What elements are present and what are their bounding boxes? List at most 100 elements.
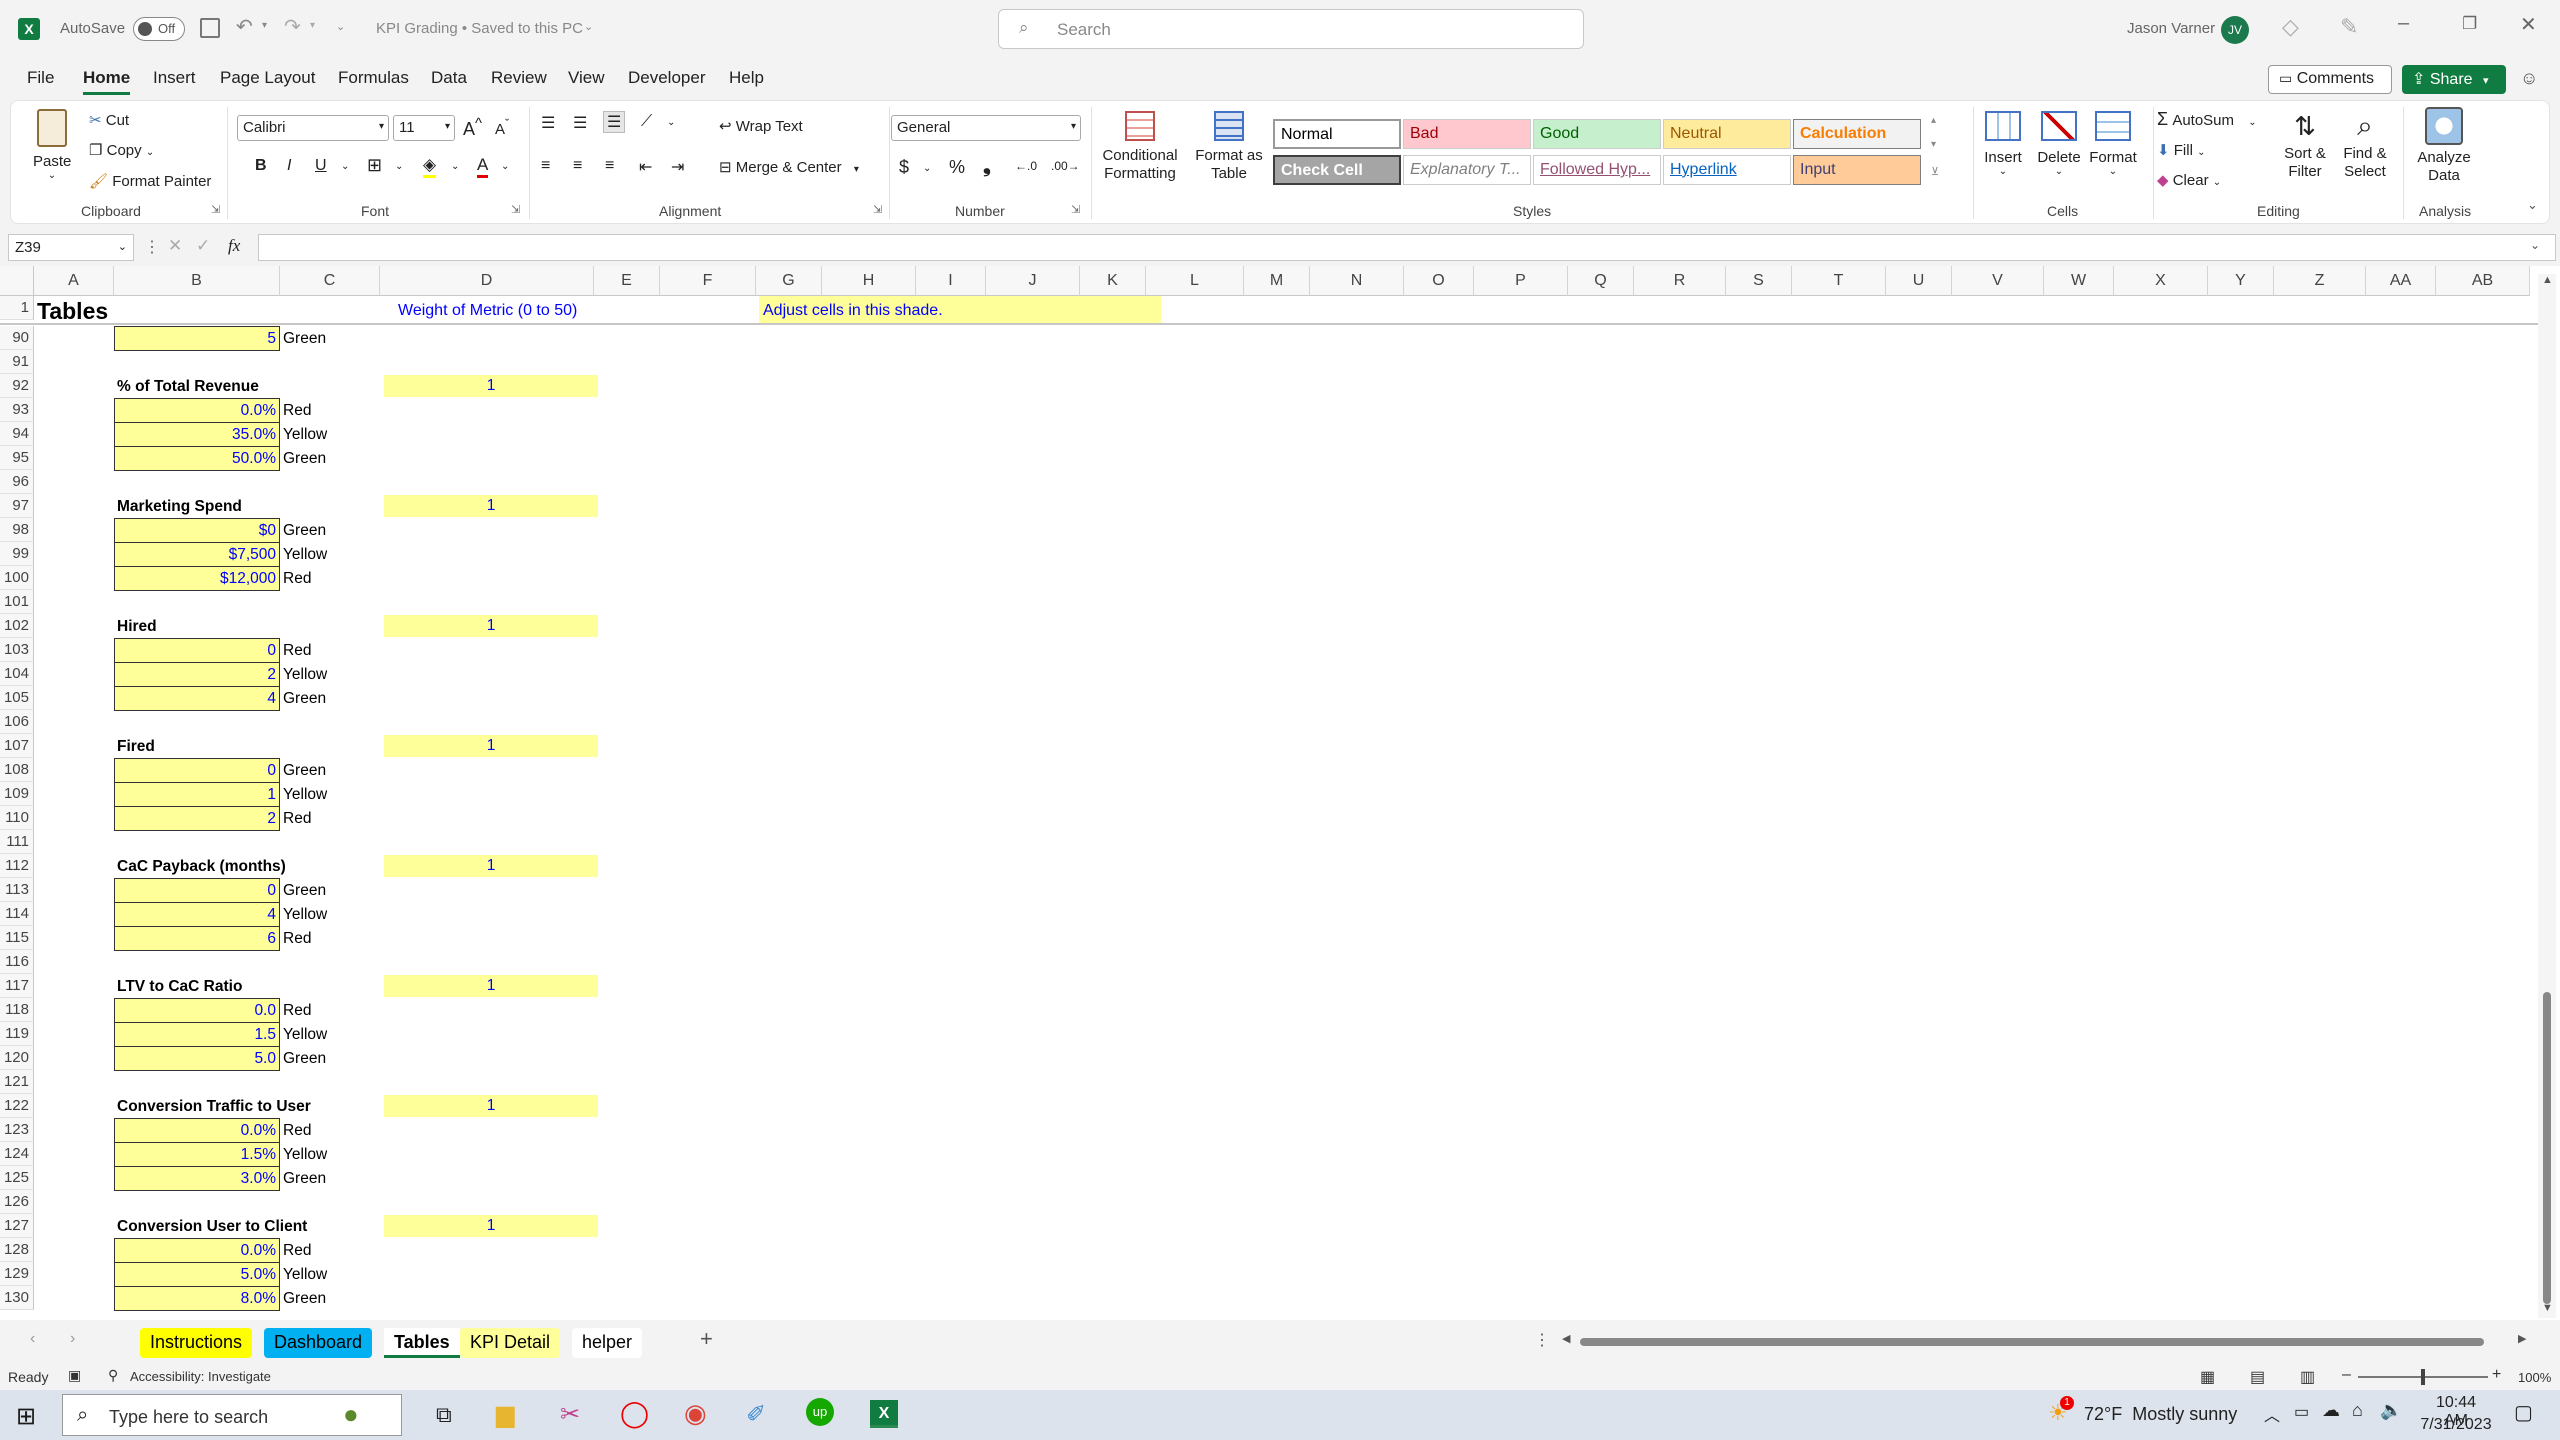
- row-header[interactable]: 98: [0, 518, 34, 542]
- number-launcher-icon[interactable]: ⇲: [1071, 203, 1080, 216]
- row-header[interactable]: 112: [0, 854, 34, 878]
- grade-label[interactable]: Red: [283, 810, 311, 828]
- grade-label[interactable]: Yellow: [283, 1146, 327, 1164]
- increase-font-icon[interactable]: A^: [463, 115, 482, 140]
- increase-indent-icon[interactable]: ⇥: [671, 157, 684, 177]
- add-sheet-icon[interactable]: +: [700, 1326, 713, 1352]
- row-header[interactable]: 124: [0, 1142, 34, 1166]
- grade-label[interactable]: Yellow: [283, 906, 327, 924]
- grade-label[interactable]: Yellow: [283, 666, 327, 684]
- cell-style-option[interactable]: Input: [1793, 155, 1921, 185]
- section-title[interactable]: Hired: [117, 618, 157, 636]
- threshold-cell[interactable]: $0: [114, 518, 280, 543]
- row-header[interactable]: 118: [0, 998, 34, 1022]
- cell-style-option[interactable]: Explanatory T...: [1403, 155, 1531, 185]
- menu-insert[interactable]: Insert: [153, 68, 196, 88]
- fill-color-icon[interactable]: ◈: [423, 155, 437, 178]
- currency-icon[interactable]: $: [899, 157, 909, 178]
- grade-label[interactable]: Green: [283, 762, 326, 780]
- row-header[interactable]: 92: [0, 374, 34, 398]
- cell-style-option[interactable]: Calculation: [1793, 119, 1921, 149]
- section-title[interactable]: Conversion User to Client: [117, 1218, 307, 1236]
- diamond-icon[interactable]: ◇: [2282, 14, 2299, 40]
- cut-button[interactable]: ✂ Cut: [89, 111, 129, 129]
- section-title[interactable]: Conversion Traffic to User: [117, 1098, 311, 1116]
- row-header[interactable]: 110: [0, 806, 34, 830]
- sheet-tab-instructions[interactable]: Instructions: [140, 1328, 253, 1358]
- user-avatar[interactable]: JV: [2221, 16, 2249, 44]
- threshold-cell[interactable]: 0.0: [114, 998, 280, 1023]
- network-icon[interactable]: ⌂: [2352, 1400, 2363, 1421]
- row-header[interactable]: 93: [0, 398, 34, 422]
- threshold-cell[interactable]: 5.0: [114, 1046, 280, 1071]
- grade-label[interactable]: Yellow: [283, 426, 327, 444]
- vertical-scroll-thumb[interactable]: [2543, 992, 2551, 1304]
- undo-icon[interactable]: ↶: [236, 14, 253, 39]
- row-header[interactable]: 96: [0, 470, 34, 494]
- column-header[interactable]: AB: [2436, 266, 2530, 296]
- column-header[interactable]: Z: [2274, 266, 2366, 296]
- pen-icon[interactable]: ✎: [2340, 14, 2358, 40]
- threshold-cell[interactable]: 1: [114, 782, 280, 807]
- section-title[interactable]: CaC Payback (months): [117, 858, 286, 876]
- weight-cell[interactable]: 1: [384, 615, 598, 637]
- section-title[interactable]: Fired: [117, 738, 155, 756]
- adjust-hint-label[interactable]: Adjust cells in this shade.: [763, 302, 943, 320]
- weight-cell[interactable]: 1: [384, 1215, 598, 1237]
- column-header[interactable]: V: [1952, 266, 2044, 296]
- underline-icon[interactable]: U: [315, 157, 327, 175]
- name-box[interactable]: Z39 ⌄: [8, 234, 134, 261]
- next-sheet-icon[interactable]: ›: [70, 1330, 75, 1348]
- column-header[interactable]: C: [280, 266, 380, 296]
- cell-style-option[interactable]: Bad: [1403, 119, 1531, 149]
- grade-label[interactable]: Green: [283, 690, 326, 708]
- grade-label[interactable]: Red: [283, 1242, 311, 1260]
- zoom-slider[interactable]: [2358, 1369, 2488, 1385]
- threshold-cell[interactable]: 1.5%: [114, 1142, 280, 1167]
- row-header[interactable]: 91: [0, 350, 34, 374]
- number-format-select[interactable]: General ▾: [891, 115, 1081, 141]
- fill-color-chevron-icon[interactable]: ⌄: [451, 161, 459, 172]
- row-header[interactable]: 115: [0, 926, 34, 950]
- column-header[interactable]: Y: [2208, 266, 2274, 296]
- row-header[interactable]: 106: [0, 710, 34, 734]
- clipboard-launcher-icon[interactable]: ⇲: [211, 203, 220, 216]
- row-header[interactable]: 120: [0, 1046, 34, 1070]
- bold-icon[interactable]: B: [255, 157, 267, 175]
- row-header[interactable]: 90: [0, 326, 34, 350]
- menu-developer[interactable]: Developer: [628, 68, 706, 88]
- row-header[interactable]: 129: [0, 1262, 34, 1286]
- row-header[interactable]: 105: [0, 686, 34, 710]
- cell-style-option[interactable]: Check Cell: [1273, 155, 1401, 185]
- row-header[interactable]: 128: [0, 1238, 34, 1262]
- column-header[interactable]: F: [660, 266, 756, 296]
- row-header[interactable]: 101: [0, 590, 34, 614]
- row-header[interactable]: 123: [0, 1118, 34, 1142]
- device-icon[interactable]: ▭: [2294, 1402, 2309, 1422]
- analyze-data-button[interactable]: Analyze Data: [2409, 107, 2479, 185]
- row-header[interactable]: 114: [0, 902, 34, 926]
- menu-formulas[interactable]: Formulas: [338, 68, 409, 88]
- align-left-icon[interactable]: ≡: [541, 157, 550, 175]
- row-header[interactable]: 122: [0, 1094, 34, 1118]
- onedrive-icon[interactable]: ☁: [2322, 1400, 2340, 1421]
- pen-app-icon[interactable]: ✐: [746, 1400, 766, 1429]
- decrease-indent-icon[interactable]: ⇤: [639, 157, 652, 177]
- row-header[interactable]: 102: [0, 614, 34, 638]
- comments-button[interactable]: ▭ Comments: [2268, 65, 2392, 94]
- hscroll-left-icon[interactable]: ◀: [1562, 1332, 1570, 1345]
- orientation-chevron-icon[interactable]: ⌄: [667, 117, 675, 128]
- threshold-cell[interactable]: 6: [114, 926, 280, 951]
- column-header[interactable]: A: [34, 266, 114, 296]
- threshold-cell[interactable]: 2: [114, 806, 280, 831]
- threshold-cell[interactable]: $12,000: [114, 566, 280, 591]
- cell-style-option[interactable]: Neutral: [1663, 119, 1791, 149]
- paste-button[interactable]: Paste ⌄: [33, 109, 71, 189]
- threshold-cell[interactable]: 0.0%: [114, 398, 280, 423]
- column-header[interactable]: J: [986, 266, 1080, 296]
- file-explorer-icon[interactable]: ▆: [496, 1400, 514, 1429]
- threshold-cell[interactable]: 0: [114, 638, 280, 663]
- row-header[interactable]: 121: [0, 1070, 34, 1094]
- autosave-toggle[interactable]: Off: [133, 17, 185, 41]
- threshold-cell[interactable]: 5.0%: [114, 1262, 280, 1287]
